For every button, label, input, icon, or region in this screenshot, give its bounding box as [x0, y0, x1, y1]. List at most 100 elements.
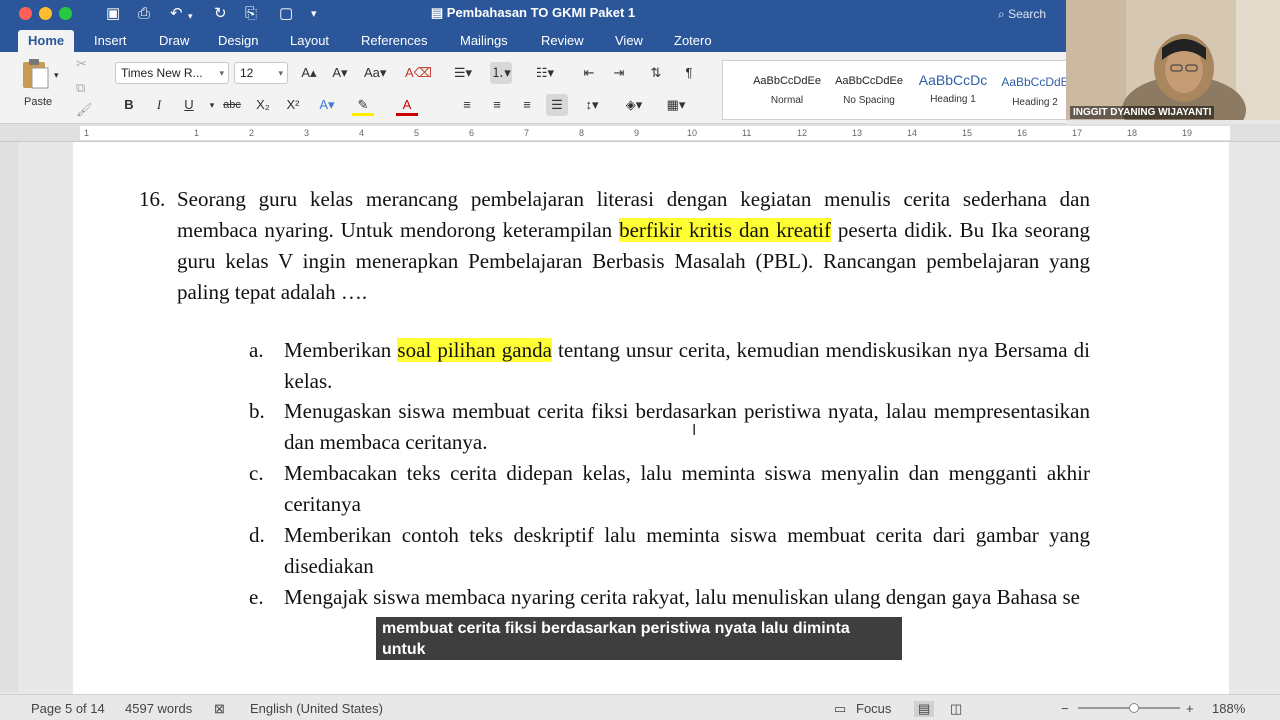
clear-formatting-icon[interactable]: A⌫: [405, 62, 432, 84]
highlighted-text: soal pilihan ganda: [397, 338, 552, 362]
tab-zotero[interactable]: Zotero: [664, 30, 722, 52]
document-title: ▤ Pembahasan TO GKMI Paket 1: [430, 5, 636, 20]
search-placeholder: Search: [1008, 7, 1047, 21]
ruler-number: 5: [414, 128, 420, 138]
tab-home[interactable]: Home: [18, 30, 75, 52]
ruler-number: 16: [1017, 128, 1028, 138]
tab-design[interactable]: Design: [208, 30, 268, 52]
underline-dropdown-icon[interactable]: ▾: [201, 94, 223, 116]
paste-button[interactable]: [20, 58, 52, 90]
increase-indent-icon[interactable]: ⇥: [608, 62, 630, 84]
align-left-icon[interactable]: ≡: [456, 94, 478, 116]
highlight-color-icon[interactable]: ✎: [352, 94, 374, 116]
change-case-icon[interactable]: Aa▾: [364, 62, 386, 84]
highlighted-text: berfikir kritis dan kreatif: [619, 218, 832, 242]
ruler-number: 19: [1182, 128, 1193, 138]
cut-icon[interactable]: ✂: [76, 56, 87, 72]
strikethrough-icon[interactable]: abc: [221, 94, 243, 116]
style-no-spacing[interactable]: AaBbCcDdEe No Spacing: [829, 63, 909, 121]
focus-button[interactable]: Focus: [856, 701, 891, 716]
bold-icon[interactable]: B: [118, 94, 140, 116]
copy-icon[interactable]: ⧉: [76, 80, 85, 96]
question-16: 16. Seorang guru kelas merancang pembela…: [139, 184, 1090, 308]
superscript-icon[interactable]: X²: [282, 94, 304, 116]
multilevel-list-icon[interactable]: ☷▾: [534, 62, 556, 84]
caption-overlay: membuat cerita fiksi berdasarkan peristi…: [376, 617, 902, 679]
ruler-number: 18: [1127, 128, 1138, 138]
vertical-ruler[interactable]: [0, 142, 18, 692]
tab-draw[interactable]: Draw: [149, 30, 199, 52]
zoom-in-icon[interactable]: +: [1186, 701, 1194, 716]
ruler-number: 12: [797, 128, 808, 138]
language[interactable]: English (United States): [250, 701, 383, 716]
ruler-number: 2: [249, 128, 255, 138]
ruler-track: 1 1 2 3 4 5 6 7 8 9 10 11 12 13 14 15 16…: [80, 126, 1230, 140]
ruler-number: 10: [687, 128, 698, 138]
proofing-icon[interactable]: ⊠: [214, 701, 225, 717]
tab-mailings[interactable]: Mailings: [450, 30, 518, 52]
paste-label: Paste: [24, 96, 53, 108]
ruler-number: 8: [579, 128, 585, 138]
decrease-font-size-icon[interactable]: A▾: [329, 62, 351, 84]
sort-icon[interactable]: ⇅: [645, 62, 667, 84]
focus-icon[interactable]: ▭: [834, 701, 846, 717]
word-count[interactable]: 4597 words: [125, 701, 192, 716]
zoom-out-icon[interactable]: −: [1061, 701, 1069, 716]
web-layout-icon[interactable]: ◫: [950, 701, 962, 717]
line-spacing-icon[interactable]: ↕▾: [581, 94, 603, 116]
search-field[interactable]: ⌕ Search: [998, 4, 1068, 24]
option-text: Memberikan soal pilihan ganda tentang un…: [284, 335, 1090, 397]
show-formatting-marks-icon[interactable]: ¶: [678, 62, 700, 84]
ruler-number: 7: [524, 128, 530, 138]
subscript-icon[interactable]: X₂: [252, 94, 274, 116]
shading-icon[interactable]: ◈▾: [623, 94, 645, 116]
webcam-feed: INGGIT DYANING WIJAYANTI: [1066, 0, 1280, 120]
tab-references[interactable]: References: [351, 30, 437, 52]
tab-insert[interactable]: Insert: [84, 30, 137, 52]
tab-view[interactable]: View: [605, 30, 653, 52]
italic-icon[interactable]: I: [148, 94, 170, 116]
format-painter-icon[interactable]: 🖌: [76, 102, 93, 118]
increase-font-size-icon[interactable]: A▴: [298, 62, 320, 84]
zoom-slider-thumb[interactable]: [1129, 703, 1140, 713]
style-heading-1[interactable]: AaBbCcDc Heading 1: [913, 63, 993, 121]
style-preview: AaBbCcDdEe: [835, 75, 903, 87]
tab-review[interactable]: Review: [531, 30, 594, 52]
ruler-number: 17: [1072, 128, 1083, 138]
borders-icon[interactable]: ▦▾: [665, 94, 687, 116]
decrease-indent-icon[interactable]: ⇤: [578, 62, 600, 84]
option-letter: c.: [249, 461, 264, 485]
align-right-icon[interactable]: ≡: [516, 94, 538, 116]
style-name: Normal: [770, 95, 804, 106]
option-letter: b.: [249, 399, 265, 423]
justify-icon[interactable]: ☰: [546, 94, 568, 116]
style-heading-2[interactable]: AaBbCcDdE Heading 2: [995, 63, 1075, 121]
bullets-icon[interactable]: ☰▾: [452, 62, 474, 84]
option-text: Membacakan teks cerita didepan kelas, la…: [284, 461, 1090, 516]
text-effects-icon[interactable]: A▾: [316, 94, 338, 116]
ruler-number: 11: [742, 128, 752, 138]
style-preview: AaBbCcDdE: [1001, 75, 1069, 89]
font-size-select[interactable]: 12 ▾: [234, 62, 288, 84]
ribbon-home: ▾ Paste ✂ ⧉ 🖌 Times New R... ▾ 12 ▾ A▴ A▾ …: [0, 52, 1069, 124]
align-center-icon[interactable]: ≡: [486, 94, 508, 116]
page-count[interactable]: Page 5 of 14: [31, 701, 105, 716]
underline-icon[interactable]: U: [178, 94, 200, 116]
zoom-level[interactable]: 188%: [1212, 701, 1245, 716]
style-normal[interactable]: AaBbCcDdEe Normal: [747, 63, 827, 121]
horizontal-ruler[interactable]: 1 1 2 3 4 5 6 7 8 9 10 11 12 13 14 15 16…: [0, 124, 1280, 142]
font-name-select[interactable]: Times New R... ▾: [115, 62, 229, 84]
ruler-number: 1: [194, 128, 200, 138]
paste-dropdown-icon[interactable]: ▾: [54, 70, 59, 81]
ruler-number: 6: [469, 128, 475, 138]
numbering-icon[interactable]: ⒈▾: [490, 62, 512, 84]
print-layout-icon[interactable]: ▤: [914, 701, 935, 717]
option-text-part: Memberikan: [284, 338, 398, 362]
tab-layout[interactable]: Layout: [280, 30, 339, 52]
style-name: Heading 1: [930, 94, 976, 105]
font-color-icon[interactable]: A: [396, 94, 418, 116]
style-preview: AaBbCcDc: [918, 72, 988, 88]
chevron-down-icon: ▾: [278, 68, 283, 78]
document-page[interactable]: 16. Seorang guru kelas merancang pembela…: [73, 142, 1229, 694]
word-window: ▣ ⎙ ↶ ▾ ↻ ⎘ ▢ ▾ ▤ Pembahasan TO GKMI Pak…: [0, 0, 1280, 720]
